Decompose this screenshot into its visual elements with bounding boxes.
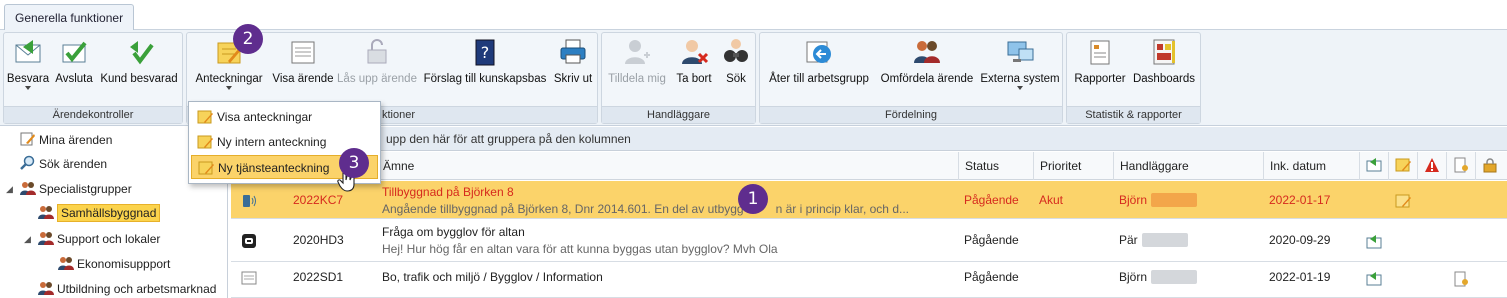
column-header-amne[interactable]: Ämne bbox=[376, 152, 958, 180]
collapse-arrow-icon[interactable]: ◢ bbox=[6, 184, 13, 195]
phone-icon bbox=[243, 195, 256, 207]
table-row[interactable]: 2022SD1 Bo, trafik och miljö / Bygglov /… bbox=[231, 263, 1507, 298]
edit-icon bbox=[20, 132, 35, 146]
rapporter-button[interactable]: Rapporter bbox=[1071, 37, 1129, 103]
grid-header: Ämne Status Prioritet Handläggare Ink. d… bbox=[231, 152, 1507, 180]
customer-replied-icon bbox=[130, 41, 154, 65]
tree-item-specialistgrupper[interactable]: Specialistgrupper bbox=[20, 178, 132, 200]
unlock-icon bbox=[367, 39, 387, 64]
group-icon bbox=[38, 232, 54, 245]
tilldela-mig-button[interactable]: Tilldela mig bbox=[606, 37, 668, 103]
return-group-icon bbox=[806, 41, 831, 63]
kund-besvarad-button[interactable]: Kund besvarad bbox=[98, 37, 180, 103]
tab-strip: Generella funktioner bbox=[0, 0, 1507, 31]
group-by-hint: upp den här för att gruppera på den kolu… bbox=[231, 127, 1507, 151]
dashboards-button[interactable]: Dashboards bbox=[1131, 37, 1197, 103]
menu-item-visa-anteckningar[interactable]: Visa anteckningar bbox=[191, 105, 378, 129]
chevron-down-icon bbox=[226, 86, 232, 90]
visa-arende-button[interactable]: Visa ärende bbox=[271, 37, 335, 103]
group-fordelning: Åter till arbetsgrupp Omfördela ärende E… bbox=[759, 32, 1063, 124]
document-icon bbox=[241, 271, 257, 285]
group-handlaggare: Tilldela mig Ta bort Sök Handläggare bbox=[601, 32, 756, 124]
tree-item-samhallsbyggnad[interactable]: Samhällsbyggnad bbox=[38, 202, 161, 224]
tree-item-mina-arenden[interactable]: Mina ärenden bbox=[20, 129, 112, 151]
table-row[interactable]: 2020HD3 Fråga om bygglov för altan Hej! … bbox=[231, 220, 1507, 262]
forslag-kunskapsbas-button[interactable]: ? Förslag till kunskapsbas bbox=[421, 37, 549, 103]
reply-icon bbox=[1366, 158, 1382, 172]
svg-text:?: ? bbox=[481, 43, 490, 62]
group-icon bbox=[58, 257, 74, 270]
redacted-name bbox=[1141, 233, 1188, 247]
besvara-button[interactable]: Besvara bbox=[6, 37, 50, 103]
step-marker-2: 2 bbox=[233, 24, 263, 54]
skriv-ut-button[interactable]: Skriv ut bbox=[551, 37, 595, 103]
chevron-down-icon bbox=[1017, 86, 1023, 90]
reply-icon bbox=[1366, 235, 1382, 249]
column-header-document[interactable] bbox=[1446, 152, 1475, 180]
reassign-icon bbox=[914, 41, 940, 63]
omfordela-arende-button[interactable]: Omfördela ärende bbox=[876, 37, 978, 103]
column-header-notes[interactable] bbox=[1388, 152, 1417, 180]
ta-bort-button[interactable]: Ta bort bbox=[672, 37, 716, 103]
binoculars-icon bbox=[724, 39, 748, 62]
warning-icon bbox=[1425, 158, 1439, 172]
collapse-arrow-icon[interactable]: ◢ bbox=[24, 234, 31, 245]
tree-item-support-och-lokaler[interactable]: Support och lokaler bbox=[38, 228, 160, 250]
remove-user-icon bbox=[682, 40, 709, 64]
lock-icon bbox=[1483, 158, 1497, 173]
tab-generella-funktioner[interactable]: Generella funktioner bbox=[4, 4, 135, 31]
column-header-prioritet[interactable]: Prioritet bbox=[1033, 152, 1113, 180]
step-marker-1: 1 bbox=[738, 184, 768, 214]
step-marker-3: 3 bbox=[339, 148, 369, 178]
tree-item-utbildning[interactable]: Utbildning och arbetsmarknad bbox=[38, 278, 216, 298]
knowledge-base-icon: ? bbox=[475, 39, 495, 66]
column-header-status[interactable]: Status bbox=[958, 152, 1033, 180]
chat-icon bbox=[242, 234, 256, 248]
notes-icon bbox=[1395, 194, 1411, 208]
group-icon bbox=[20, 182, 36, 195]
reports-icon bbox=[1090, 40, 1110, 65]
chevron-down-icon bbox=[25, 86, 31, 90]
tree-item-ekonomisuppport[interactable]: Ekonomisuppport bbox=[58, 253, 170, 275]
column-header-warning[interactable] bbox=[1417, 152, 1446, 180]
group-icon bbox=[38, 282, 54, 295]
column-header-reply[interactable] bbox=[1359, 152, 1388, 180]
external-systems-icon bbox=[1007, 41, 1034, 62]
reply-icon bbox=[15, 40, 41, 63]
close-case-icon bbox=[62, 41, 87, 63]
notes-icon bbox=[198, 161, 214, 175]
redacted-name bbox=[1151, 193, 1198, 207]
column-header-ink-datum[interactable]: Ink. datum bbox=[1263, 152, 1359, 180]
case-grid: upp den här för att gruppera på den kolu… bbox=[231, 127, 1507, 298]
view-case-icon bbox=[291, 41, 315, 64]
ater-till-arbetsgrupp-button[interactable]: Åter till arbetsgrupp bbox=[764, 37, 874, 103]
assign-me-icon bbox=[625, 40, 650, 64]
notes-icon bbox=[1395, 158, 1411, 172]
group-arendekontroller: Besvara Avsluta Kund besvarad Ärendekont… bbox=[3, 32, 183, 124]
sok-handlaggare-button[interactable]: Sök bbox=[720, 37, 752, 103]
notes-icon bbox=[197, 135, 213, 149]
dashboard-icon bbox=[1153, 39, 1175, 65]
redacted-name bbox=[1151, 270, 1198, 284]
column-header-handlaggare[interactable]: Handläggare bbox=[1113, 152, 1263, 180]
tree-item-sok-arenden[interactable]: Sök ärenden bbox=[20, 153, 107, 175]
document-key-icon bbox=[1454, 157, 1468, 173]
table-row[interactable]: 2022KC7 Tillbyggnad på Björken 8 Angåend… bbox=[231, 181, 1507, 219]
search-icon bbox=[20, 155, 35, 170]
reply-icon bbox=[1366, 272, 1382, 286]
externa-system-button[interactable]: Externa system bbox=[980, 37, 1060, 103]
group-statistik: Rapporter Dashboards Statistik & rapport… bbox=[1066, 32, 1201, 124]
las-upp-arende-button[interactable]: Lås upp ärende bbox=[337, 37, 417, 103]
printer-icon bbox=[560, 39, 586, 64]
column-header-lock[interactable] bbox=[1475, 152, 1507, 180]
notes-icon bbox=[197, 110, 213, 124]
document-key-icon bbox=[1454, 271, 1468, 287]
group-icon bbox=[38, 206, 54, 219]
avsluta-button[interactable]: Avsluta bbox=[54, 37, 94, 103]
